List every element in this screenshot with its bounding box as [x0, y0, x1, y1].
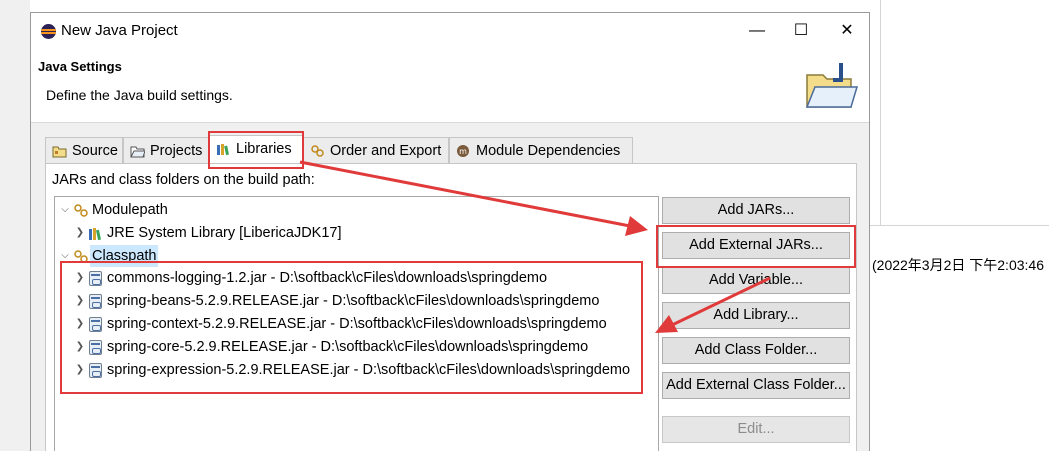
build-path-label: JARs and class folders on the build path…: [52, 172, 315, 188]
tab-label: Source: [72, 143, 118, 159]
libraries-tab-highlight: [208, 131, 304, 169]
tab-order-export[interactable]: Order and Export: [303, 137, 449, 164]
maximize-icon[interactable]: ☐: [785, 18, 817, 44]
page-description: Define the Java build settings.: [46, 87, 233, 103]
wizard-header: Java Settings Define the Java build sett…: [31, 49, 869, 123]
tab-module-dependencies[interactable]: m Module Dependencies: [449, 137, 633, 164]
chevron-right-icon[interactable]: ❯: [74, 222, 86, 244]
add-external-class-folder-button[interactable]: Add External Class Folder...: [662, 372, 850, 399]
add-variable-button[interactable]: Add Variable...: [662, 267, 850, 294]
background-divider: [870, 225, 1049, 226]
title-bar[interactable]: New Java Project — ☐ ✕: [31, 13, 869, 49]
page-title: Java Settings: [38, 59, 122, 74]
module-dependencies-icon: m: [457, 145, 469, 157]
add-library-button[interactable]: Add Library...: [662, 302, 850, 329]
tree-label: JRE System Library [LibericaJDK17]: [107, 225, 342, 241]
add-jars-button[interactable]: Add JARs...: [662, 197, 850, 224]
background-window: (2022年3月2日 下午2:03:46: [870, 0, 1049, 451]
chevron-down-icon[interactable]: ⌵: [59, 199, 71, 221]
tree-label: Modulepath: [92, 202, 168, 218]
projects-folder-icon: [130, 146, 145, 158]
eclipse-icon: [41, 24, 56, 39]
modulepath-icon: [74, 204, 88, 217]
tab-label: Order and Export: [330, 143, 442, 159]
tree-node-modulepath[interactable]: ⌵ Modulepath: [55, 199, 655, 221]
background-left: [0, 0, 30, 451]
window-title: New Java Project: [61, 22, 178, 39]
tab-source[interactable]: Source: [45, 137, 123, 164]
minimize-icon[interactable]: —: [741, 18, 773, 44]
add-external-jars-highlight: [656, 225, 856, 268]
svg-text:m: m: [459, 147, 467, 156]
tab-label: Projects: [150, 143, 203, 159]
tree-node-jre-library[interactable]: ❯ JRE System Library [LibericaJDK17]: [55, 222, 655, 244]
jar-list-highlight: [60, 261, 643, 394]
tab-label: Module Dependencies: [476, 143, 621, 159]
background-timestamp: (2022年3月2日 下午2:03:46: [872, 257, 1044, 273]
tab-projects[interactable]: Projects: [123, 137, 209, 164]
edit-button[interactable]: Edit...: [662, 416, 850, 443]
background-divider: [880, 0, 881, 225]
order-export-icon: [311, 145, 324, 157]
close-icon[interactable]: ✕: [831, 18, 863, 44]
source-folder-icon: [52, 146, 67, 158]
add-class-folder-button[interactable]: Add Class Folder...: [662, 337, 850, 364]
library-icon: [89, 228, 101, 241]
folder-banner-icon: [805, 63, 859, 108]
